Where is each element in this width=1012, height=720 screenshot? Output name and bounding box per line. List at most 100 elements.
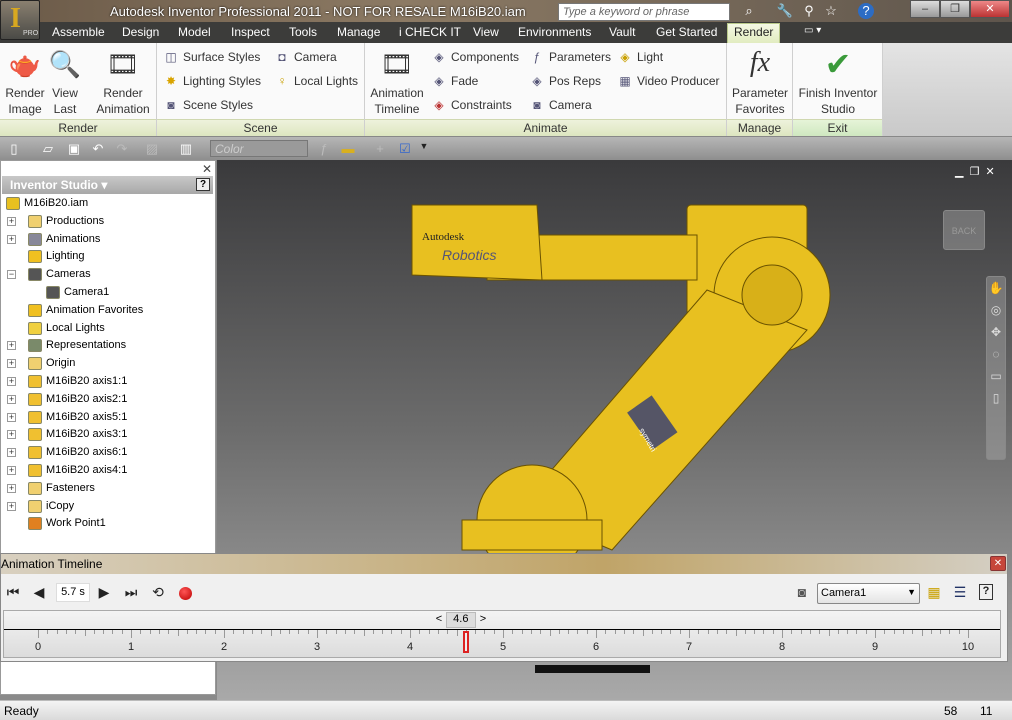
repeat-icon[interactable]: ⟲: [150, 584, 166, 601]
next-time-button[interactable]: >: [480, 613, 486, 625]
expand-icon[interactable]: +: [7, 216, 16, 226]
time-slider-marker[interactable]: [462, 631, 469, 653]
tab-render[interactable]: Render: [727, 23, 781, 43]
tab-i-check-it[interactable]: i CHECK IT: [399, 25, 461, 39]
animate-camera-button[interactable]: ◙ Camera: [529, 98, 591, 112]
satellite-icon[interactable]: ⚲: [800, 3, 818, 19]
help-icon[interactable]: ?: [979, 584, 993, 600]
minimize-button[interactable]: –: [910, 0, 940, 18]
tab-view[interactable]: View: [473, 25, 499, 39]
expand-icon[interactable]: +: [7, 341, 16, 351]
color-select[interactable]: Color: [210, 140, 308, 157]
expand-icon[interactable]: +: [7, 359, 16, 369]
expand-icon[interactable]: +: [7, 483, 16, 493]
tab-tools[interactable]: Tools: [289, 25, 317, 39]
record-button[interactable]: [179, 587, 192, 600]
play-forward-button[interactable]: ▶: [96, 584, 112, 601]
time-field[interactable]: 5.7 s: [56, 583, 90, 602]
current-time-control[interactable]: < 4.6 >: [436, 612, 496, 628]
timeline-close-button[interactable]: ✕: [990, 556, 1006, 571]
expand-icon[interactable]: +: [7, 448, 16, 458]
scene-styles-button[interactable]: ◙ Scene Styles: [163, 98, 253, 112]
view-last-button[interactable]: 🔍 View Last: [47, 47, 83, 117]
viewport-window-controls[interactable]: ▁ ❐ ✕: [955, 165, 995, 178]
tab-inspect[interactable]: Inspect: [231, 25, 270, 39]
go-to-start-button[interactable]: ⏮: [5, 584, 21, 601]
restore-button[interactable]: ❐: [940, 0, 970, 18]
crosshair-icon[interactable]: +: [372, 141, 388, 157]
measure-icon[interactable]: ▬: [340, 141, 356, 157]
search-input[interactable]: Type a keyword or phrase: [558, 3, 730, 21]
camera-button[interactable]: ◘ Camera: [274, 50, 336, 64]
update-icon[interactable]: ▨: [144, 141, 160, 157]
customize-dropdown-icon[interactable]: ▼: [416, 141, 432, 157]
tab-assemble[interactable]: Assemble: [52, 25, 105, 39]
tab-get-started[interactable]: Get Started: [656, 25, 717, 39]
new-icon[interactable]: ▯: [6, 141, 22, 157]
expand-icon[interactable]: +: [7, 501, 16, 511]
tab-vault[interactable]: Vault: [609, 25, 635, 39]
pos-reps-button[interactable]: ◈ Pos Reps: [529, 74, 601, 88]
expand-icon[interactable]: +: [7, 234, 16, 244]
timeline-ruler[interactable]: 0 1 2 3 4 5 6 7 8 9 10 < 4.6 >: [3, 610, 1001, 658]
tab-manage[interactable]: Manage: [337, 25, 380, 39]
ruler-tick: [224, 630, 225, 638]
expand-icon[interactable]: +: [7, 377, 16, 386]
constraints-button[interactable]: ◈ Constraints: [431, 98, 511, 112]
ribbon-options-icon[interactable]: ▭ ▾: [804, 25, 821, 36]
ruler-tick: [503, 630, 504, 638]
close-button[interactable]: ✕: [970, 0, 1010, 18]
fade-button[interactable]: ◈ Fade: [431, 74, 478, 88]
components-button[interactable]: ◈ Components: [431, 50, 519, 64]
select-icon[interactable]: ▥: [178, 141, 194, 157]
finish-inventor-studio-button[interactable]: ✔ Finish Inventor Studio: [795, 47, 881, 117]
surface-styles-button[interactable]: ◫ Surface Styles: [163, 50, 260, 64]
orbit-icon[interactable]: ✥: [987, 321, 1005, 343]
browser-header[interactable]: Inventor Studio ▾: [2, 176, 213, 194]
parameter-favorites-button[interactable]: fx Parameter Favorites: [729, 47, 791, 117]
tab-model[interactable]: Model: [178, 25, 211, 39]
parameters-button[interactable]: ƒ Parameters: [529, 50, 611, 64]
prev-time-button[interactable]: <: [436, 613, 442, 625]
zoom-all-icon[interactable]: ▭: [987, 365, 1005, 387]
ruler-tick: [856, 630, 858, 634]
viewcube-back[interactable]: BACK: [943, 210, 985, 250]
video-producer-button[interactable]: ▦ Video Producer: [617, 74, 719, 88]
local-lights-button[interactable]: ♀ Local Lights: [274, 74, 359, 88]
play-reverse-button[interactable]: ◀: [31, 584, 47, 601]
fx-icon[interactable]: ƒ: [316, 141, 332, 157]
light-button[interactable]: ◈ Light: [617, 50, 663, 64]
expand-icon[interactable]: +: [7, 466, 16, 475]
checklist-icon[interactable]: ☑: [397, 141, 413, 157]
camera-select[interactable]: Camera1 ▼: [817, 583, 920, 604]
binoculars-icon[interactable]: ⌕: [740, 3, 758, 19]
zoom-window-icon[interactable]: ▯: [987, 387, 1005, 409]
expand-icon[interactable]: +: [7, 412, 16, 422]
browser-close-icon[interactable]: ✕: [202, 162, 212, 176]
expand-icon[interactable]: +: [7, 430, 16, 440]
open-icon[interactable]: ▱: [40, 141, 56, 157]
ruler-tick: [251, 630, 253, 634]
expand-icon[interactable]: +: [7, 394, 16, 404]
star-icon[interactable]: ☆: [822, 3, 840, 19]
undo-icon[interactable]: ↶: [90, 141, 106, 157]
browser-help-button[interactable]: ?: [196, 178, 210, 191]
look-icon[interactable]: ◌: [987, 343, 1005, 365]
zoom-icon[interactable]: ◎: [987, 299, 1005, 321]
pan-icon[interactable]: ✋: [987, 277, 1005, 299]
collapse-icon[interactable]: −: [7, 270, 16, 280]
go-to-end-button[interactable]: ⏭: [123, 584, 139, 601]
tab-environments[interactable]: Environments: [518, 25, 591, 39]
help-icon[interactable]: ?: [858, 3, 874, 19]
tab-design[interactable]: Design: [122, 25, 159, 39]
expand-action-editor-icon[interactable]: ☰: [952, 584, 968, 601]
animation-options-icon[interactable]: ▦: [926, 584, 942, 601]
wrench-icon[interactable]: 🔧: [776, 3, 794, 19]
lighting-styles-button[interactable]: ✸ Lighting Styles: [163, 74, 261, 88]
animation-timeline-button[interactable]: 🎞 Animation Timeline: [367, 47, 427, 117]
redo-icon[interactable]: ↷: [114, 141, 130, 157]
save-icon[interactable]: ▣: [66, 141, 82, 157]
render-animation-button[interactable]: 🎞 Render Animation: [92, 47, 154, 117]
render-image-button[interactable]: 🫖 Render Image: [3, 47, 47, 117]
application-menu-button[interactable]: I PRO: [0, 0, 40, 40]
